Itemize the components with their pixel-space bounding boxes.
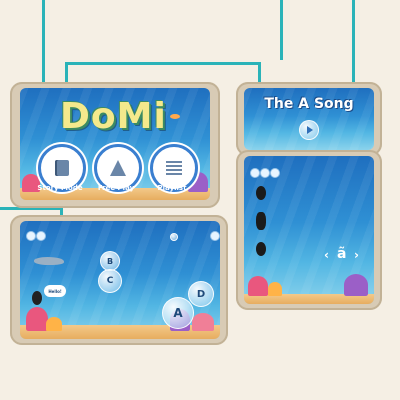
free-play-screen: B C D A Hello! [20, 221, 220, 339]
next-arrow[interactable]: › [354, 248, 359, 262]
home-screen: DoMi Story Mode Free Play Playlist [20, 88, 210, 200]
playlist-label: Playlist [157, 184, 187, 192]
letter-b: B [106, 256, 114, 266]
speech-text: Hello! [48, 288, 62, 294]
note-character-3 [256, 242, 266, 256]
fish-icon [170, 114, 180, 119]
play-button[interactable] [299, 120, 319, 140]
letter-d: D [196, 288, 206, 300]
letter-bubble-a[interactable]: A [162, 297, 194, 329]
app-logo: DoMi [60, 96, 167, 137]
story-mode-label: Story Mode [37, 184, 83, 192]
book-icon [55, 160, 69, 176]
wire-top-2 [280, 0, 283, 60]
free-play-label: Free Play [97, 184, 135, 192]
home-icon-2[interactable] [250, 168, 260, 178]
wire-h-1 [65, 62, 260, 65]
coral-7 [344, 274, 368, 296]
song-title: The A Song [264, 96, 354, 112]
music-icon-2[interactable] [260, 168, 270, 178]
coral-2 [46, 317, 62, 331]
settings-icon[interactable] [210, 231, 220, 241]
note-character-1 [256, 186, 266, 200]
play-icon [307, 126, 313, 134]
wire-top-1 [42, 0, 45, 90]
playlist-icon-2[interactable] [270, 168, 280, 178]
character-figure [32, 291, 42, 305]
home-icon[interactable] [26, 231, 36, 241]
prev-arrow[interactable]: ‹ [324, 248, 329, 262]
current-letter: ã [337, 246, 347, 262]
letter-c: C [106, 276, 114, 286]
coral-1 [26, 307, 48, 331]
letter-a: A [173, 306, 183, 320]
playlist-icon [166, 161, 182, 175]
speech-bubble: Hello! [44, 285, 66, 297]
music-icon[interactable] [36, 231, 46, 241]
wire-top-3 [352, 0, 355, 85]
shark-icon [34, 257, 64, 265]
letter-bubble-b[interactable]: B [100, 251, 120, 271]
coral-4 [192, 313, 214, 331]
coral-6 [268, 282, 282, 296]
fin-icon [110, 160, 126, 176]
small-bubble [170, 233, 178, 241]
letter-bubble-c[interactable]: C [98, 269, 122, 293]
note-character-2 [256, 212, 266, 230]
coral-5 [248, 276, 268, 296]
song-title-screen: The A Song [244, 88, 374, 150]
song-play-screen: ‹ ã › [244, 156, 374, 304]
letter-bubble-d[interactable]: D [188, 281, 214, 307]
